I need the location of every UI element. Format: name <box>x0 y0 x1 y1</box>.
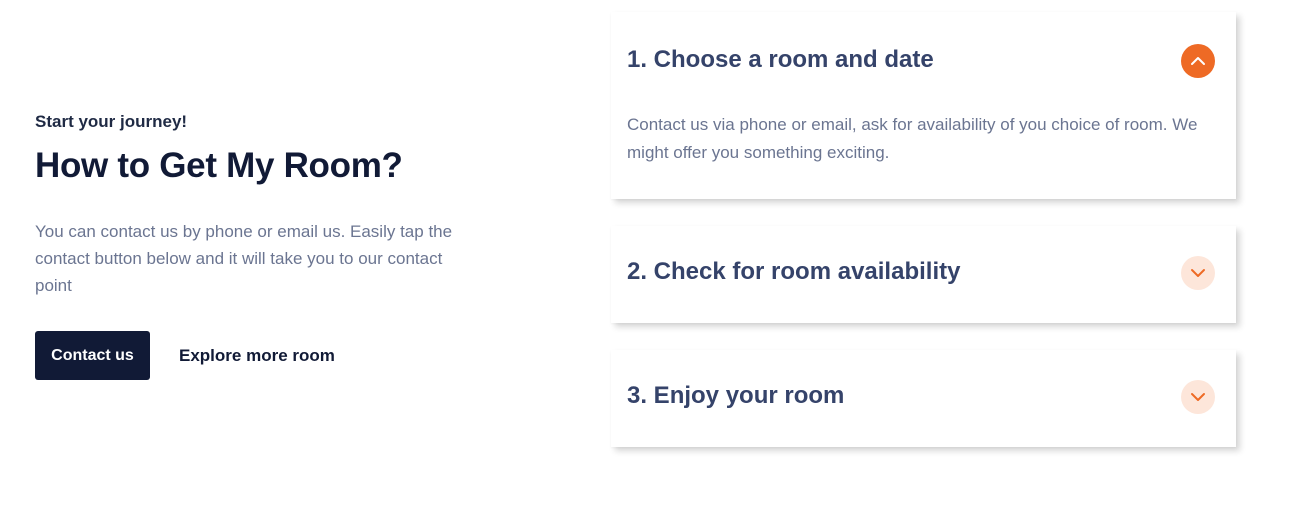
explore-more-room-link[interactable]: Explore more room <box>179 346 335 366</box>
intro-actions: Contact us Explore more room <box>35 331 465 380</box>
accordion-title-3: 3. Enjoy your room <box>627 382 845 409</box>
accordion-header-1[interactable]: 1. Choose a room and date <box>611 12 1236 109</box>
accordion-item-1: 1. Choose a room and date Contact us via… <box>611 12 1236 199</box>
accordion-item-3: 3. Enjoy your room <box>611 350 1236 447</box>
accordion-title-2: 2. Check for room availability <box>627 258 961 285</box>
chevron-down-icon[interactable] <box>1181 380 1215 414</box>
contact-us-button[interactable]: Contact us <box>35 331 150 380</box>
eyebrow-text: Start your journey! <box>35 112 188 131</box>
intro-description: You can contact us by phone or email us.… <box>35 222 453 295</box>
accordion-header-3[interactable]: 3. Enjoy your room <box>611 350 1236 447</box>
accordion-title-1: 1. Choose a room and date <box>627 46 934 73</box>
chevron-down-icon[interactable] <box>1181 256 1215 290</box>
page: Start your journey! How to Get My Room? … <box>0 0 1312 521</box>
accordion-item-2: 2. Check for room availability <box>611 226 1236 323</box>
intro-section: Start your journey! How to Get My Room? … <box>35 110 465 380</box>
accordion-header-2[interactable]: 2. Check for room availability <box>611 226 1236 323</box>
chevron-up-icon[interactable] <box>1181 44 1215 78</box>
page-title: How to Get My Room? <box>35 146 403 185</box>
accordion-body-1: Contact us via phone or email, ask for a… <box>627 115 1198 162</box>
